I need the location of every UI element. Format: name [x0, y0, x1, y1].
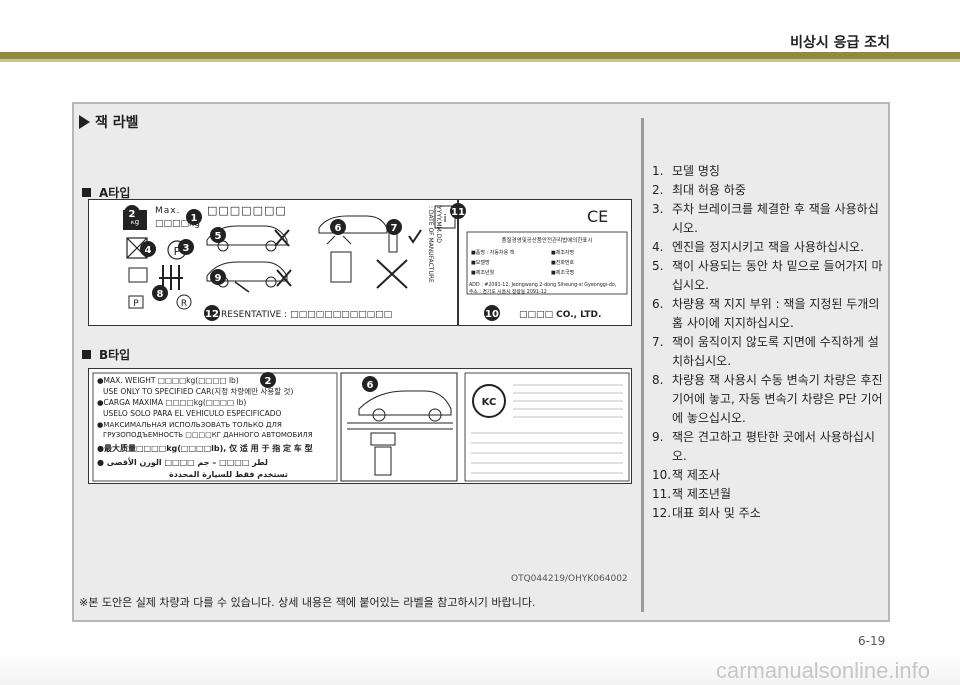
triangle-bullet-icon: [79, 115, 90, 129]
b-line-5: ●МАКСИМАЛЬНАЯ ИСПОЛЬЗОВАТЬ ТОЛЬКО ДЛЯ: [97, 420, 282, 429]
list-item: 1. 모델 명칭: [652, 162, 884, 181]
list-item-text: 모델 명칭: [672, 164, 720, 178]
b-line-8: ● لطر □□□□ – جم □□□□ الوزن الأقصى: [97, 457, 268, 467]
square-bullet-icon: [82, 188, 91, 197]
list-item-text: 차량용 잭 사용시 수동 변속기 차량은 후진 기어에 놓고, 자동 변속기 차…: [672, 373, 883, 425]
list-item: 10. 잭 제조사: [652, 466, 884, 485]
list-item-number: 4.: [652, 240, 664, 254]
list-item: 7. 잭이 움직이지 않도록 지면에 수직하게 설치하십시오.: [652, 333, 884, 371]
svg-text:5: 5: [215, 231, 222, 242]
list-item: 6. 차량용 잭 지지 부위 : 잭을 지정된 두개의 홈 사이에 지지하십시오.: [652, 295, 884, 333]
svg-text:10: 10: [485, 309, 499, 320]
list-item-text: 잭은 견고하고 평탄한 곳에서 사용하십시오.: [672, 430, 875, 463]
kc-mark-text: KC: [482, 397, 497, 408]
list-item: 3. 주차 브레이크를 체결한 후 잭을 사용하십시오.: [652, 200, 884, 238]
type-a-callouts: 2 1 4 3 5 6 7 8 9 11 10 12: [124, 203, 500, 321]
svg-text:6: 6: [367, 380, 374, 391]
section-title: 잭 라벨: [95, 115, 139, 131]
list-item-text: 최대 허용 하중: [672, 183, 746, 197]
list-item-number: 3.: [652, 202, 664, 216]
list-item-number: 1.: [652, 164, 664, 178]
svg-text:6: 6: [335, 223, 342, 234]
column-divider: [641, 118, 644, 612]
list-item-number: 6.: [652, 297, 664, 311]
b-line-3: ●CARGA MAXIMA □□□□kg(□□□□ lb): [97, 398, 246, 407]
chapter-title: 비상시 응급 조치: [790, 35, 890, 51]
list-item-text: 대표 회사 및 주소: [672, 506, 761, 520]
svg-text:12: 12: [205, 309, 219, 320]
list-item-number: 12.: [652, 506, 672, 520]
list-item: 12. 대표 회사 및 주소: [652, 504, 884, 523]
type-b-heading: B타입: [82, 346, 130, 363]
square-bullet-icon: [82, 350, 91, 359]
figure-code: OTQ044219/OHYK064002: [511, 574, 628, 584]
svg-text:3: 3: [183, 243, 190, 254]
list-item-text: 잭 제조년월: [672, 487, 732, 501]
list-item-text: 잭 제조사: [672, 468, 720, 482]
svg-text:2: 2: [129, 209, 136, 220]
list-item-number: 2.: [652, 183, 664, 197]
watermark-text: carmanualsonline.info: [715, 658, 930, 683]
b-line-6: ГРУЗОПОДЪЕМНОСТЬ □□□□КГ ДАННОГО АВТОМОБИ…: [103, 431, 313, 439]
svg-text:4: 4: [145, 245, 152, 256]
b-line-4: USELO SOLO PARA EL VEHICULO ESPECIFICADO: [103, 409, 281, 418]
list-item-number: 7.: [652, 335, 664, 349]
header-bar-accent: [0, 59, 960, 62]
page-number: 6-19: [858, 634, 886, 648]
list-item-number: 9.: [652, 430, 664, 444]
list-item-text: 주차 브레이크를 체결한 후 잭을 사용하십시오.: [672, 202, 879, 235]
svg-text:9: 9: [215, 273, 222, 284]
list-item: 4. 엔진을 정지시키고 잭을 사용하십시오.: [652, 238, 884, 257]
list-item-text: 잭이 움직이지 않도록 지면에 수직하게 설치하십시오.: [672, 335, 879, 368]
b-line-9: تستخدم فقط للسيارة المحددة: [169, 470, 288, 479]
list-item: 9. 잭은 견고하고 평탄한 곳에서 사용하십시오.: [652, 428, 884, 466]
type-b-callouts: 2 6: [260, 372, 378, 392]
content-panel: 잭 라벨 A타입 kg Max. □□□□kg P P R □□□□□□□ RE…: [72, 102, 890, 622]
label-description-list: 1. 모델 명칭 2. 최대 허용 하중 3. 주차 브레이크를 체결한 후 잭을 사용하…: [652, 162, 884, 523]
list-item: 11. 잭 제조년월: [652, 485, 884, 504]
list-item-number: 5.: [652, 259, 664, 273]
list-item-text: 차량용 잭 지지 부위 : 잭을 지정된 두개의 홈 사이에 지지하십시오.: [672, 297, 880, 330]
svg-text:1: 1: [191, 213, 198, 224]
header-bar: [0, 52, 960, 59]
list-item-text: 잭이 사용되는 동안 차 밑으로 들어가지 마십시오.: [672, 259, 883, 292]
svg-text:7: 7: [391, 223, 398, 234]
list-item: 2. 최대 허용 하중: [652, 181, 884, 200]
list-item-number: 11.: [652, 487, 672, 501]
svg-text:2: 2: [265, 376, 272, 387]
svg-text:11: 11: [451, 207, 465, 218]
list-item-number: 8.: [652, 373, 664, 387]
figure-note: ※본 도안은 실제 차량과 다를 수 있습니다. 상세 내용은 잭에 붙어있는 …: [79, 596, 536, 609]
list-item: 5. 잭이 사용되는 동안 차 밑으로 들어가지 마십시오.: [652, 257, 884, 295]
svg-text:8: 8: [157, 289, 164, 300]
list-item-text: 엔진을 정지시키고 잭을 사용하십시오.: [672, 240, 864, 254]
list-item-number: 10.: [652, 468, 672, 482]
section-heading: 잭 라벨: [79, 112, 139, 132]
b-line-7: ●最大质量□□□□kg(□□□□lb), 仅 适 用 于 指 定 车 型: [97, 443, 313, 453]
page-header: 비상시 응급 조치: [0, 0, 960, 62]
type-b-label: B타입: [99, 348, 131, 362]
watermark-band: carmanualsonline.info: [0, 652, 960, 685]
list-item: 8. 차량용 잭 사용시 수동 변속기 차량은 후진 기어에 놓고, 자동 변속기…: [652, 371, 884, 428]
